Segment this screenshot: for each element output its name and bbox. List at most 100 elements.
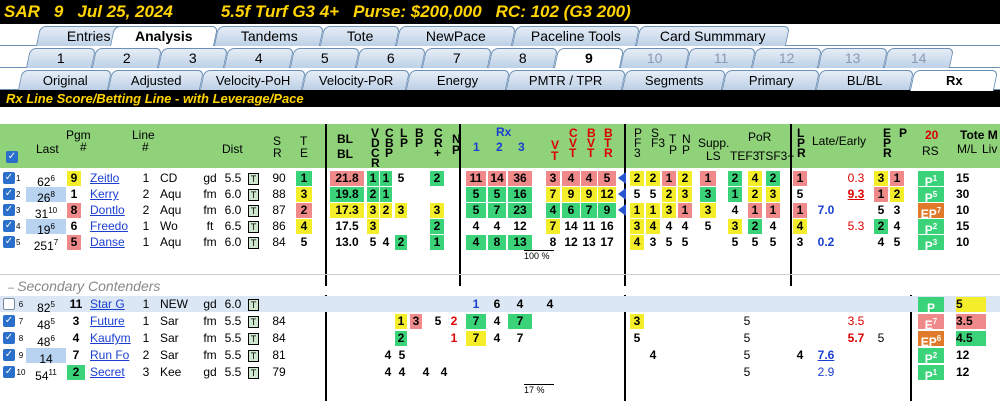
row-checkbox[interactable] bbox=[3, 298, 15, 310]
late-value: 7.6 bbox=[817, 348, 835, 362]
tab-5[interactable]: 5 bbox=[289, 48, 361, 68]
tab-bl-bl[interactable]: BL/BL bbox=[815, 70, 915, 90]
tab-segments[interactable]: Segments bbox=[621, 70, 727, 90]
table-row[interactable]: ✓ 7 485 3 Future 1 Sar fm 5.5 T 84 1 3 5 2 7 4 7 3 5 3.5 E7 3.… bbox=[0, 313, 1000, 332]
horse-name-link[interactable]: Run Fo bbox=[90, 348, 136, 363]
tab-14[interactable]: 14 bbox=[883, 48, 955, 68]
col-tef3: TEF3 bbox=[730, 149, 760, 163]
tef3-value: 5 bbox=[731, 235, 739, 249]
row-checkbox[interactable]: ✓ bbox=[3, 366, 15, 378]
tab-velocity-por[interactable]: Velocity-PoR bbox=[301, 70, 411, 90]
tab-8[interactable]: 8 bbox=[487, 48, 559, 68]
track: Sar bbox=[160, 348, 179, 362]
horse-name-link[interactable]: Kaufym bbox=[90, 331, 136, 346]
probability-total: 100 % bbox=[524, 250, 554, 261]
speed-rating: 84 bbox=[272, 314, 286, 328]
tab-tote[interactable]: Tote bbox=[319, 26, 401, 46]
row-checkbox[interactable]: ✓ bbox=[3, 188, 15, 200]
race-conditions: 5.5f Turf G3 4+ bbox=[220, 2, 340, 21]
tab-adjusted[interactable]: Adjusted bbox=[107, 70, 205, 90]
table-row[interactable]: ✓ 8 486 4 Kaufym 1 Sar fm 5.5 T 84 2 1 7 4 7 5 5 5.7 5 EP6 4.… bbox=[0, 330, 1000, 349]
tab-6[interactable]: 6 bbox=[355, 48, 427, 68]
horse-name-link[interactable]: Freedo bbox=[90, 219, 136, 234]
horse-name-link[interactable]: Future bbox=[90, 314, 136, 329]
last-figure: 268 bbox=[26, 187, 66, 205]
tab-2[interactable]: 2 bbox=[91, 48, 163, 68]
col-rx: Rx bbox=[496, 125, 512, 139]
distance: 5.5 bbox=[224, 348, 242, 362]
row-checkbox[interactable]: ✓ bbox=[3, 349, 15, 361]
table-row[interactable]: ✓ 10 5411 2 Secret 3 Kee gd 5.5 T 79 4 4 4 4 5 2.9 P1 12 bbox=[0, 364, 1000, 383]
table-row[interactable]: 6 825 11 Star G 1 NEW gd 6.0 T 1 6 4 4 P 5 bbox=[0, 296, 1000, 315]
program-number: 2 bbox=[67, 365, 85, 380]
tab-velocity-poh[interactable]: Velocity-PoH bbox=[199, 70, 307, 90]
tab-pmtr-tpr[interactable]: PMTR / TPR bbox=[505, 70, 627, 90]
select-all-checkbox[interactable]: ✓ bbox=[6, 151, 18, 163]
row-index: 2 bbox=[16, 190, 21, 199]
tab-3[interactable]: 3 bbox=[157, 48, 229, 68]
row-checkbox[interactable]: ✓ bbox=[3, 332, 15, 344]
tab-analysis[interactable]: Analysis bbox=[109, 26, 219, 47]
cvt-value: 14 bbox=[564, 219, 578, 233]
turf-badge: T bbox=[248, 220, 259, 233]
table-row[interactable]: ✓ 4 196 6 Freedo 1 Wo ft 6.5 T 86 4 17.5 3 2 4 4 12 7 14 11 1… bbox=[0, 218, 1000, 237]
last-figure: 626 bbox=[26, 171, 66, 189]
row-checkbox[interactable]: ✓ bbox=[3, 315, 15, 327]
b-value: 3 bbox=[410, 314, 422, 329]
tsf3-value: 2 bbox=[766, 171, 780, 186]
por-value: 5 bbox=[743, 365, 751, 379]
morning-line: 15 bbox=[956, 171, 970, 185]
tab-original[interactable]: Original bbox=[17, 70, 113, 90]
tab-paceline-tools[interactable]: Paceline Tools bbox=[511, 26, 641, 46]
tab-1[interactable]: 1 bbox=[25, 48, 97, 68]
tab-tandems[interactable]: Tandems bbox=[213, 26, 325, 46]
tab-12[interactable]: 12 bbox=[751, 48, 823, 68]
tab-10[interactable]: 10 bbox=[619, 48, 691, 68]
horse-name-link[interactable]: Zeitlo bbox=[90, 171, 136, 186]
epr-value: 2 bbox=[890, 187, 904, 202]
rx2-value: 7 bbox=[488, 203, 506, 218]
tab-9[interactable]: 9 bbox=[553, 48, 625, 69]
row-checkbox[interactable]: ✓ bbox=[3, 236, 15, 248]
sf-value: 4 bbox=[646, 219, 660, 234]
tab-4[interactable]: 4 bbox=[223, 48, 295, 68]
horse-name-link[interactable]: Danse bbox=[90, 235, 136, 250]
col-bp: P bbox=[415, 136, 424, 150]
tsf3-value: 1 bbox=[766, 203, 780, 218]
table-row[interactable]: ✓ 1 626 9 Zeitlo 1 CD gd 5.5 T 90 1 21.8 1 1 5 2 11 14 36 3 4… bbox=[0, 170, 1000, 189]
tab-7[interactable]: 7 bbox=[421, 48, 493, 68]
table-row[interactable]: ✓ 2 268 1 Kerry 2 Aqu fm 6.0 T 88 3 19.8 2 1 5 5 16 7 9 9 12 5… bbox=[0, 186, 1000, 205]
tab-newpace[interactable]: NewPace bbox=[395, 26, 517, 46]
tab-energy[interactable]: Energy bbox=[405, 70, 511, 90]
last-figure: 485 bbox=[26, 314, 66, 332]
tab-primary[interactable]: Primary bbox=[721, 70, 821, 90]
late-value bbox=[812, 187, 840, 202]
horse-name-link[interactable]: Secret bbox=[90, 365, 136, 380]
table-row[interactable]: ✓ 9 14 7 Run Fo 2 Sar fm 5.5 T 81 4 5 4 5 4 7.6 P2 12 bbox=[0, 347, 1000, 366]
horse-name-link[interactable]: Dontlo bbox=[90, 203, 136, 218]
tp-value: 5 bbox=[665, 235, 673, 249]
btr-value: 17 bbox=[600, 235, 614, 249]
early-value: 0.3 bbox=[847, 171, 865, 185]
table-row[interactable]: ✓ 3 3110 8 Dontlo 2 Aqu fm 6.0 T 87 2 17.3 3 2 3 3 5 7 23 4 6… bbox=[0, 202, 1000, 221]
tab-label: Paceline Tools bbox=[530, 28, 621, 44]
tab-label: 11 bbox=[713, 50, 729, 66]
tab-13[interactable]: 13 bbox=[817, 48, 889, 68]
tab-card-summmary[interactable]: Card Summmary bbox=[635, 26, 791, 46]
pf-value bbox=[630, 365, 644, 380]
row-checkbox[interactable]: ✓ bbox=[3, 220, 15, 232]
tab-rx[interactable]: Rx bbox=[909, 70, 999, 91]
table-row[interactable]: ✓ 5 2517 5 Danse 1 Aqu fm 6.0 T 84 5 13.0 5 4 2 1 4 8 13 8 12… bbox=[0, 234, 1000, 253]
section-divider bbox=[0, 274, 1000, 275]
row-checkbox[interactable]: ✓ bbox=[3, 204, 15, 216]
horse-name-link[interactable]: Kerry bbox=[90, 187, 136, 202]
bvt-value: 9 bbox=[581, 187, 597, 202]
tab-11[interactable]: 11 bbox=[685, 48, 757, 68]
row-checkbox[interactable]: ✓ bbox=[3, 172, 15, 184]
b-value bbox=[410, 331, 422, 346]
secondary-contenders-toggle[interactable]: – Secondary Contenders bbox=[8, 278, 160, 294]
program-number: 1 bbox=[70, 187, 78, 201]
tab-label: Velocity-PoH bbox=[215, 73, 291, 88]
horse-name-link[interactable]: Star G bbox=[90, 297, 136, 312]
col-crp: + bbox=[434, 146, 442, 160]
